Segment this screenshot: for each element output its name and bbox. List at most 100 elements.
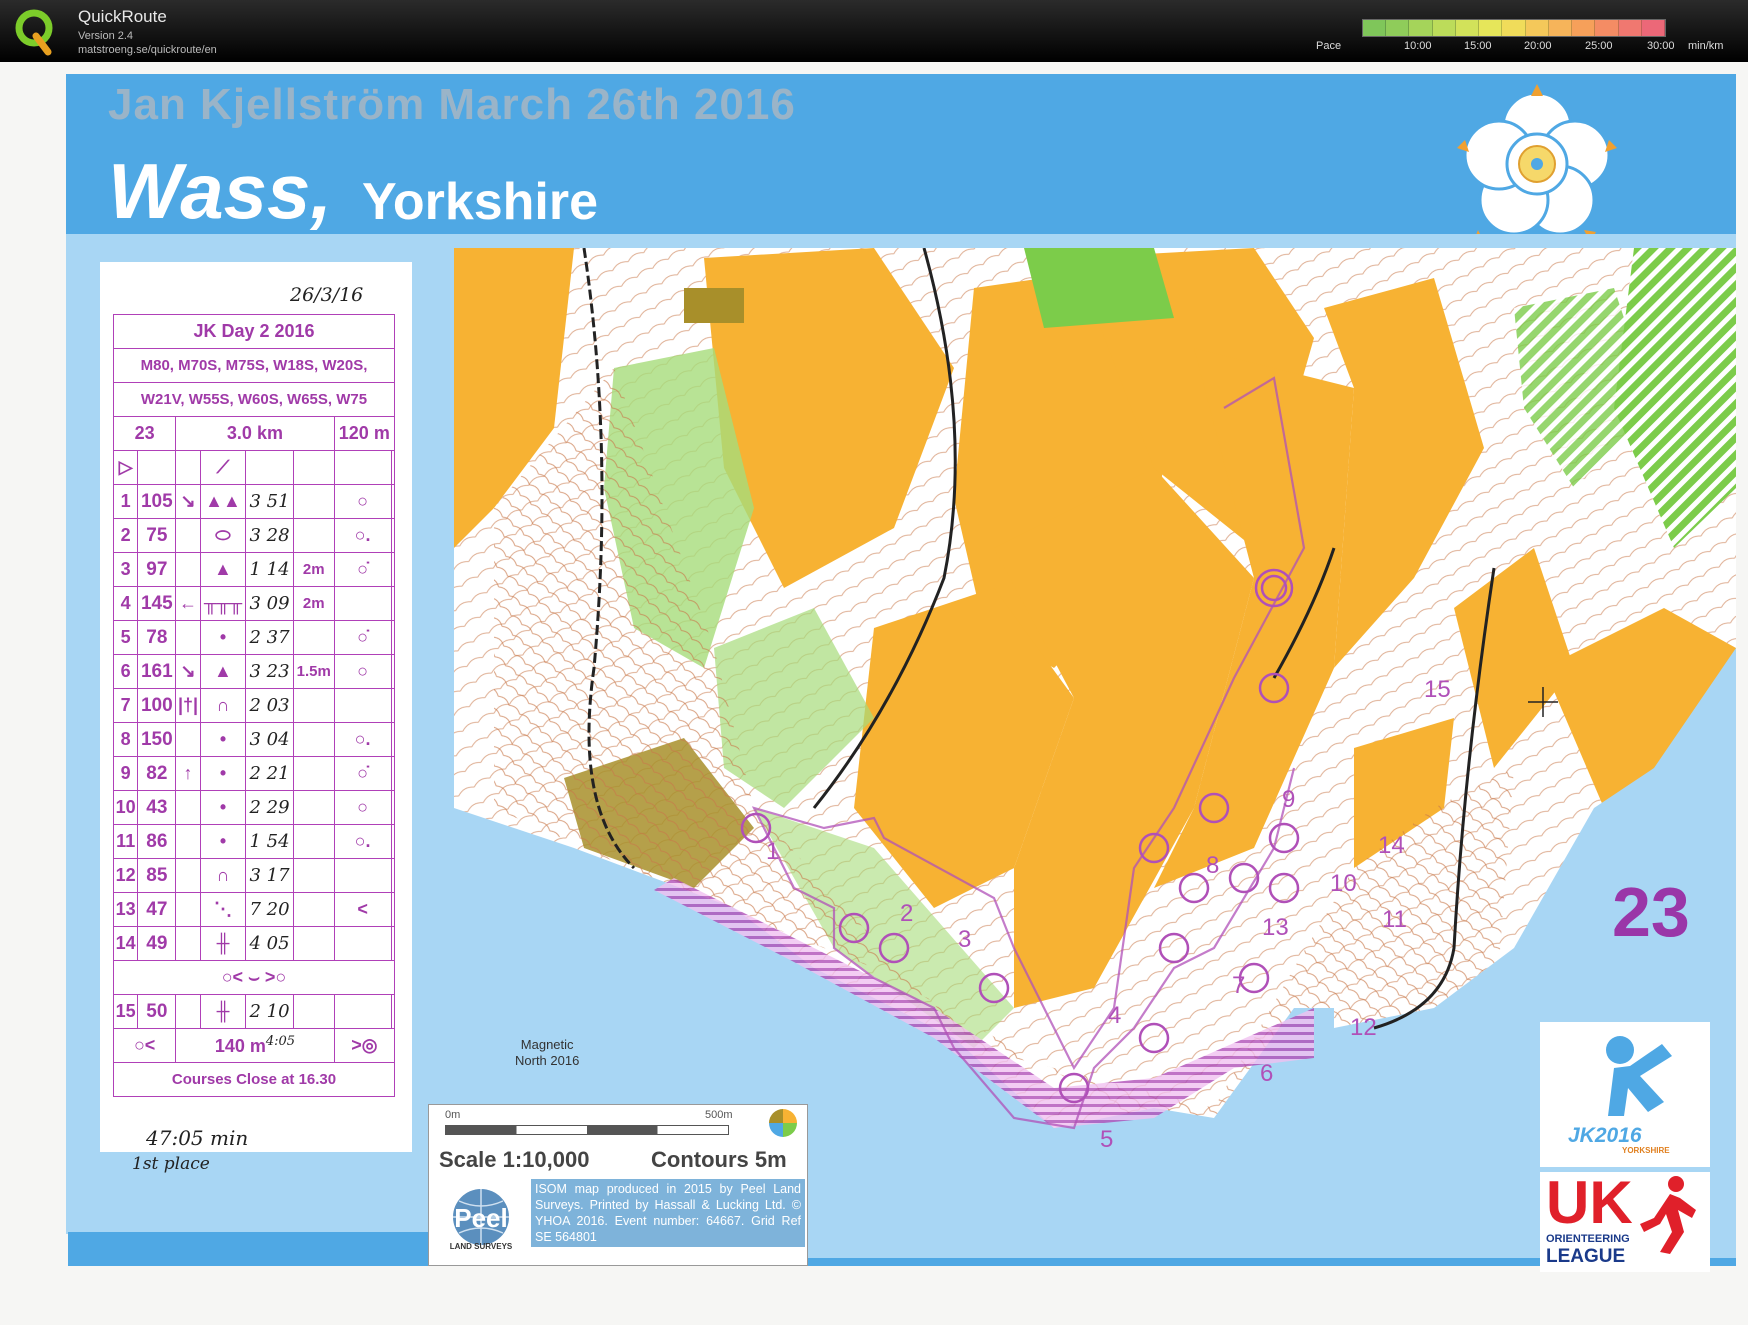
scale-bar-start: 0m [445, 1109, 461, 1121]
pace-color-scale [1362, 19, 1666, 37]
control-direction [175, 858, 201, 893]
control-number-label: 3 [958, 926, 972, 953]
control-number-label: 6 [1260, 1060, 1274, 1087]
app-url[interactable]: matstroeng.se/quickroute/en [78, 44, 217, 56]
start-direction-icon: ⟋ [199, 450, 247, 485]
finish-start-symbol: ○< [112, 1028, 177, 1063]
control-row: 11 86 • 1 54 ○. [112, 824, 396, 859]
finish-distance: 140 m [214, 1036, 266, 1056]
peel-logo-subtext: LAND SURVEYS [450, 1242, 513, 1251]
pace-tick: 30:00 [1647, 40, 1675, 52]
control-row: 7 100 |†| ∩ 2 03 [112, 688, 396, 723]
control-feature: ▲ [199, 654, 247, 689]
control-split-time: 3 09 [245, 586, 294, 621]
control-direction [175, 892, 201, 927]
control-number-label: 11 [1382, 906, 1407, 933]
control-sequence: 4 [112, 586, 139, 621]
scale-bar-end: 500m [705, 1109, 733, 1121]
control-row: 5 78 • 2 37 ○̇ [112, 620, 396, 655]
app-title-bar: QuickRoute Version 2.4 matstroeng.se/qui… [0, 0, 1748, 62]
control-description-table: JK Day 2 2016 M80, M70S, M75S, W18S, W20… [112, 314, 396, 1097]
control-sequence: 9 [112, 756, 139, 791]
league-logo-line2: LEAGUE [1546, 1246, 1626, 1267]
pace-color-segment [1641, 20, 1666, 36]
control-feature: ╥╥╥ [199, 586, 247, 621]
control-feature: ╫ [199, 994, 247, 1029]
control-sequence: 13 [112, 892, 139, 927]
pace-tick: 10:00 [1404, 40, 1432, 52]
scale-legend-box: 0m 500m Scale 1:10,000 Contours 5m ISOM … [428, 1104, 808, 1266]
control-sequence: 6 [112, 654, 139, 689]
pace-color-segment [1595, 20, 1619, 36]
control-split-time: 7 20 [245, 892, 294, 927]
control-number-label: 8 [1206, 852, 1220, 879]
control-row: 14 49 ╫ 4 05 [112, 926, 396, 961]
control-dimension [292, 756, 335, 791]
control-dimension [292, 620, 335, 655]
control-feature: • [199, 722, 247, 757]
control-feature: • [199, 824, 247, 859]
finish-symbol: >◎ [333, 1028, 396, 1063]
control-location [333, 926, 392, 961]
control-extra [390, 586, 396, 621]
control-feature: ▲▲ [199, 484, 247, 519]
pace-color-segment [1479, 20, 1503, 36]
pace-tick: 15:00 [1464, 40, 1492, 52]
control-split-time: 3 28 [245, 518, 294, 553]
control-split-time: 3 04 [245, 722, 294, 757]
control-number-label: 10 [1330, 870, 1357, 897]
control-feature: ⋱ [199, 892, 247, 927]
control-dimension [292, 790, 335, 825]
handwritten-result-time: 47:05 min [146, 1126, 249, 1150]
pace-color-segment [1548, 20, 1573, 36]
control-direction: ↘ [175, 654, 201, 689]
control-location: ○̇ [333, 620, 392, 655]
control-row: 6 161 ↘ ▲ 3 23 1.5m ○ [112, 654, 396, 689]
control-split-time: 1 14 [245, 552, 294, 587]
contours-text: Contours 5m [651, 1147, 787, 1172]
control-sequence: 11 [112, 824, 139, 859]
orienteering-map[interactable]: Jan Kjellström March 26th 2016 Wass, Yor… [0, 62, 1748, 1325]
control-dimension [292, 824, 335, 859]
control-code: 100 [137, 688, 177, 723]
league-runner-icon [1640, 1176, 1696, 1254]
control-sequence: 3 [112, 552, 139, 587]
magnetic-north-line2: North 2016 [515, 1053, 580, 1068]
pace-color-segment [1572, 20, 1596, 36]
control-dimension [292, 994, 335, 1029]
scale-bar [445, 1125, 729, 1135]
control-code: 75 [137, 518, 177, 553]
control-direction [175, 518, 201, 553]
control-extra [390, 484, 396, 519]
control-row: 10 43 • 2 29 ○ [112, 790, 396, 825]
control-split-time: 4 05 [245, 926, 294, 961]
card-classes-line2: W21V, W55S, W60S, W65S, W75 [113, 382, 395, 417]
control-feature: • [199, 756, 247, 791]
control-direction [175, 722, 201, 757]
control-code: 47 [137, 892, 177, 927]
control-number-label: 1 [766, 838, 780, 865]
control-extra [390, 722, 396, 757]
control-split-time: 2 37 [245, 620, 294, 655]
control-extra [390, 552, 396, 587]
control-dimension [292, 926, 335, 961]
handwritten-result-place: 1st place [132, 1154, 210, 1174]
control-code: 50 [137, 994, 177, 1029]
control-sequence: 14 [112, 926, 139, 961]
control-direction: |†| [175, 688, 201, 723]
control-dimension [292, 722, 335, 757]
card-title: JK Day 2 2016 [113, 314, 395, 349]
pace-color-segment [1386, 20, 1410, 36]
control-feature: ╫ [199, 926, 247, 961]
control-location [333, 586, 392, 621]
card-course: 23 [112, 416, 177, 451]
control-code: 161 [137, 654, 177, 689]
control-code: 150 [137, 722, 177, 757]
pace-color-segment [1502, 20, 1526, 36]
control-direction [175, 790, 201, 825]
control-code: 145 [137, 586, 177, 621]
control-sequence: 5 [112, 620, 139, 655]
pace-color-segment [1363, 20, 1387, 36]
control-dimension: 1.5m [292, 654, 335, 689]
control-direction [175, 552, 201, 587]
